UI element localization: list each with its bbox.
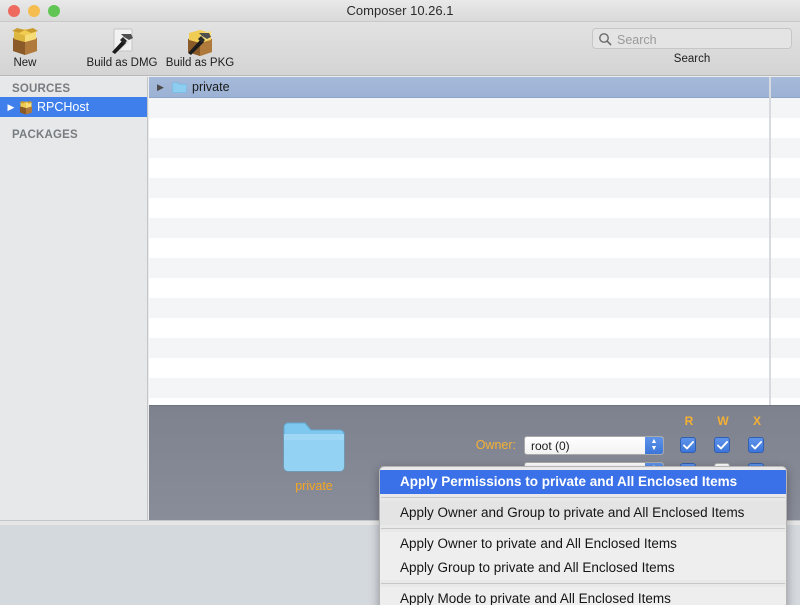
file-list-empty-row[interactable] xyxy=(149,118,800,138)
owner-label: Owner: xyxy=(454,438,516,452)
owner-read-checkbox[interactable] xyxy=(680,437,696,453)
sidebar-group-packages: PACKAGES xyxy=(0,117,147,143)
file-list-empty-row[interactable] xyxy=(149,138,800,158)
menu-item-0[interactable]: Apply Permissions to private and All Enc… xyxy=(380,470,786,494)
file-list-empty-row[interactable] xyxy=(149,158,800,178)
file-list-empty-row[interactable] xyxy=(149,318,800,338)
folder-icon xyxy=(254,420,374,474)
menu-separator xyxy=(381,583,785,584)
package-box-icon xyxy=(0,26,75,56)
file-list-empty-rows xyxy=(149,98,800,398)
package-box-icon xyxy=(17,100,35,115)
menu-item-7[interactable]: Apply Mode to private and All Enclosed I… xyxy=(380,587,786,605)
window-title: Composer 10.26.1 xyxy=(0,0,800,22)
file-list-empty-row[interactable] xyxy=(149,178,800,198)
menu-item-5[interactable]: Apply Group to private and All Enclosed … xyxy=(380,556,786,580)
file-list-empty-row[interactable] xyxy=(149,278,800,298)
sidebar-group-sources: SOURCES xyxy=(0,77,147,97)
owner-permission-checkboxes xyxy=(680,437,782,453)
toolbar: New Build as DMG xyxy=(0,22,800,76)
owner-select-value: root (0) xyxy=(531,439,570,453)
chevron-right-icon[interactable]: ▶ xyxy=(5,103,17,112)
file-list-empty-row[interactable] xyxy=(149,298,800,318)
sidebar: SOURCES ▶ RPCHost PACKAGES xyxy=(0,77,148,525)
file-list-empty-row[interactable] xyxy=(149,98,800,118)
rwx-header-x: X xyxy=(744,414,770,428)
file-list-row-name: private xyxy=(192,80,230,94)
owner-write-checkbox[interactable] xyxy=(714,437,730,453)
file-list-empty-row[interactable] xyxy=(149,238,800,258)
chevron-updown-icon[interactable]: ▲▼ xyxy=(645,437,663,454)
rwx-header-w: W xyxy=(710,414,736,428)
chevron-right-icon[interactable]: ▶ xyxy=(157,83,170,92)
menu-item-4[interactable]: Apply Owner to private and All Enclosed … xyxy=(380,532,786,556)
owner-execute-checkbox[interactable] xyxy=(748,437,764,453)
owner-select[interactable]: root (0) ▲▼ xyxy=(524,436,664,455)
file-list-empty-row[interactable] xyxy=(149,218,800,238)
menu-separator xyxy=(381,497,785,498)
rwx-headers: R W X xyxy=(676,414,786,428)
composer-window: Composer 10.26.1 New xyxy=(0,0,800,525)
rwx-header-r: R xyxy=(676,414,702,428)
menu-separator xyxy=(381,528,785,529)
folder-icon xyxy=(170,81,188,94)
permissions-row-owner: Owner: root (0) ▲▼ xyxy=(454,432,794,458)
file-list-empty-row[interactable] xyxy=(149,378,800,398)
toolbar-label-new: New xyxy=(0,57,75,69)
apply-permissions-popup-menu[interactable]: Apply Permissions to private and All Enc… xyxy=(379,466,787,605)
hammer-package-icon xyxy=(150,26,250,56)
search-input[interactable] xyxy=(615,29,791,50)
file-list-row-private[interactable]: ▶ private xyxy=(149,77,800,98)
inspector-selected-item[interactable]: private xyxy=(254,420,374,493)
search-icon xyxy=(598,32,612,46)
column-divider[interactable] xyxy=(769,77,771,405)
inspector-item-name: private xyxy=(254,479,374,493)
menu-item-2[interactable]: Apply Owner and Group to private and All… xyxy=(380,501,786,525)
toolbar-label-build-pkg: Build as PKG xyxy=(150,57,250,69)
sidebar-item-label: RPCHost xyxy=(37,100,89,114)
file-list[interactable]: ▶ private xyxy=(149,77,800,405)
search-field[interactable] xyxy=(592,28,792,49)
search-toolbar-label: Search xyxy=(592,53,792,65)
file-list-empty-row[interactable] xyxy=(149,338,800,358)
file-list-empty-row[interactable] xyxy=(149,198,800,218)
toolbar-button-new[interactable]: New xyxy=(0,26,75,69)
sidebar-item-rpchost[interactable]: ▶ RPCHost xyxy=(0,97,147,117)
toolbar-button-build-pkg[interactable]: Build as PKG xyxy=(150,26,250,69)
screen: Composer 10.26.1 New xyxy=(0,0,800,605)
title-bar: Composer 10.26.1 xyxy=(0,0,800,22)
search-area: Search xyxy=(592,28,792,65)
file-list-empty-row[interactable] xyxy=(149,358,800,378)
file-list-empty-row[interactable] xyxy=(149,258,800,278)
